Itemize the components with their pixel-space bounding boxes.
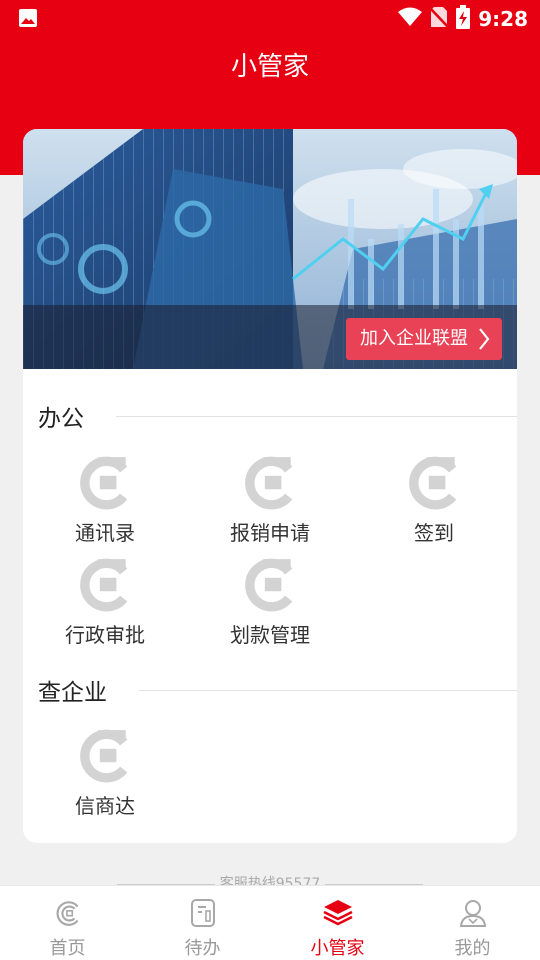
status-bar: 9:28 [0, 0, 540, 36]
todo-icon [190, 899, 215, 927]
grid-item-label: 签到 [414, 521, 454, 545]
grid-item-label: 行政审批 [65, 623, 145, 647]
grid-item-label: 信商达 [75, 794, 135, 818]
home-logo-icon [55, 901, 78, 926]
app-logo-icon [80, 729, 128, 783]
grid-item-contacts[interactable]: 通讯录 [23, 453, 187, 546]
tab-label: 首页 [49, 938, 86, 959]
tab-label: 我的 [454, 938, 491, 959]
grid-item-checkin[interactable]: 签到 [352, 453, 516, 546]
stack-icon [322, 900, 353, 926]
enterprise-section-header: 查企业 [38, 673, 517, 707]
tab-xiaoguanjia[interactable]: 小管家 [270, 886, 405, 960]
section-divider [139, 689, 517, 691]
tab-mine[interactable]: 我的 [405, 886, 540, 960]
main-card: 加入企业联盟 办公 通讯录 报销申请 签到 行政审批 划款管理 查企业 信商达 [23, 129, 517, 843]
tab-todo[interactable]: 待办 [135, 886, 270, 960]
app-logo-icon [80, 456, 128, 510]
tab-home[interactable]: 首页 [0, 886, 135, 960]
app-logo-icon [80, 558, 128, 612]
wifi-icon [398, 7, 423, 31]
chevron-right-icon [478, 318, 490, 360]
enterprise-section-title: 查企业 [38, 680, 107, 706]
app-logo-icon [245, 558, 293, 612]
join-alliance-button[interactable]: 加入企业联盟 [346, 318, 502, 360]
grid-item-label: 通讯录 [75, 521, 135, 545]
grid-item-label: 划款管理 [230, 623, 310, 647]
office-section-title: 办公 [38, 406, 84, 432]
grid-item-admin-approval[interactable]: 行政审批 [23, 555, 187, 648]
image-icon [18, 8, 38, 32]
grid-item-transfer-management[interactable]: 划款管理 [188, 555, 352, 648]
battery-charging-icon [456, 5, 471, 33]
join-alliance-label: 加入企业联盟 [360, 328, 468, 349]
office-section-header: 办公 [38, 399, 517, 433]
profile-icon [459, 900, 486, 927]
grid-item-expense[interactable]: 报销申请 [188, 453, 352, 546]
tab-label: 待办 [184, 938, 221, 959]
banner[interactable]: 加入企业联盟 [23, 129, 517, 369]
page-title: 小管家 [230, 52, 309, 82]
grid-item-xinshangda[interactable]: 信商达 [23, 726, 187, 819]
tab-label: 小管家 [310, 938, 365, 959]
no-sim-icon [429, 6, 450, 32]
status-time: 9:28 [478, 7, 528, 31]
bottom-tab-bar: 首页 待办 小管家 我的 [0, 885, 540, 960]
app-logo-icon [409, 456, 457, 510]
grid-item-label: 报销申请 [230, 521, 310, 545]
app-logo-icon [245, 456, 293, 510]
section-divider [116, 415, 517, 417]
